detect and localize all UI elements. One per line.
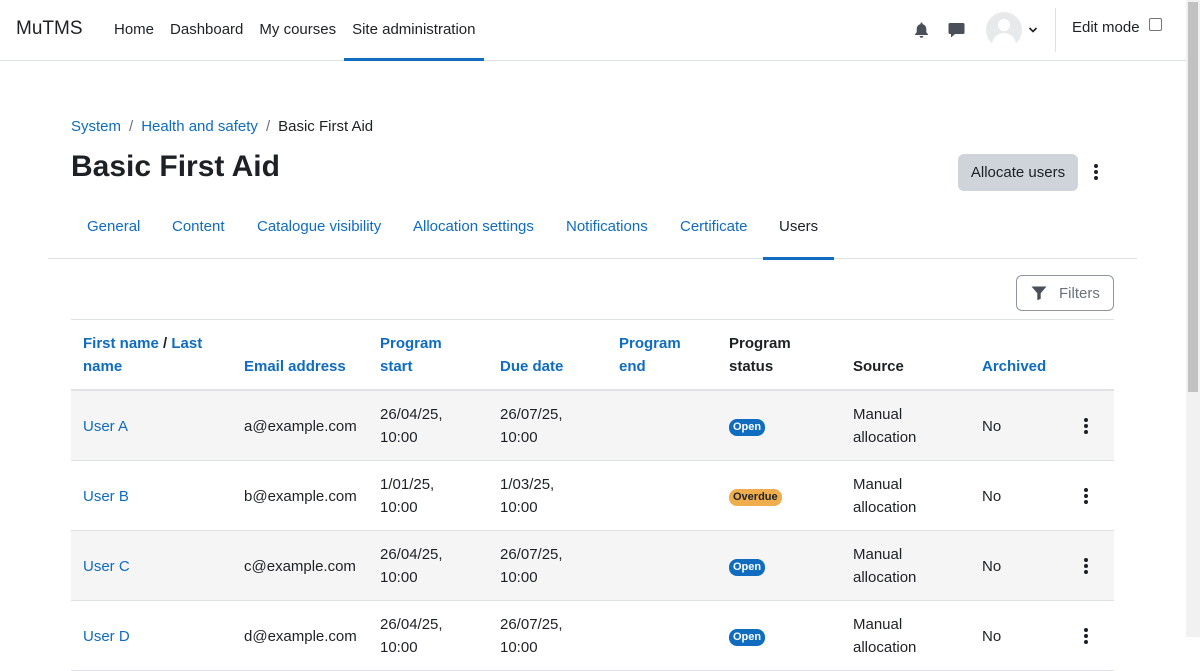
header-program-status: Program status [729, 335, 791, 375]
nav-icons [912, 0, 1038, 60]
chevron-down-icon [1028, 27, 1038, 33]
user-menu[interactable] [986, 12, 1038, 48]
sort-program-end-2[interactable]: end [619, 358, 646, 375]
allocate-users-button[interactable]: Allocate users [958, 154, 1078, 191]
due-date: 26/07/25, 10:00 [500, 546, 563, 586]
archived-value: No [982, 488, 1002, 505]
user-email: a@example.com [244, 418, 357, 435]
allocation-source: Manual allocation [853, 406, 917, 446]
sort-program-end[interactable]: Program [619, 335, 681, 352]
bell-icon[interactable] [912, 21, 930, 39]
table-row: User C c@example.com 26/04/25, 10:00 26/07/2… [71, 531, 1114, 601]
tab-allocation-settings[interactable]: Allocation settings [397, 200, 550, 259]
tab-users[interactable]: Users [763, 200, 835, 260]
program-start: 26/04/25, 10:00 [380, 616, 443, 656]
filters-label: Filters [1059, 284, 1100, 302]
user-email: c@example.com [244, 558, 356, 575]
page-scrollbar[interactable] [1186, 0, 1200, 637]
allocation-source: Manual allocation [853, 616, 917, 656]
sort-last-name[interactable]: Last [171, 335, 202, 352]
row-actions-icon[interactable] [1078, 626, 1094, 646]
header-program-end: Program end [619, 332, 681, 378]
user-email: b@example.com [244, 488, 357, 505]
table-row: User A a@example.com 26/04/25, 10:00 26/07/2… [71, 391, 1114, 461]
status-badge: Open [729, 559, 766, 576]
sort-first-name[interactable]: First name [83, 335, 159, 352]
status-badge: Open [729, 419, 766, 436]
sort-due-date[interactable]: Due date [500, 358, 563, 375]
status-badge: Open [729, 629, 766, 646]
sort-program-start-2[interactable]: start [380, 358, 413, 375]
page-title: Basic First Aid [71, 150, 280, 183]
breadcrumb: System / Health and safety / Basic First… [71, 118, 374, 135]
status-badge: Overdue [729, 489, 782, 506]
program-tabs: General Content Catalogue visibility All… [48, 200, 1137, 260]
breadcrumb-current: Basic First Aid [278, 118, 374, 135]
tab-notifications[interactable]: Notifications [550, 200, 664, 259]
sort-email[interactable]: Email address [244, 358, 346, 375]
header-due-date: Due date [500, 355, 563, 378]
top-navbar: MuTMS Home Dashboard My courses Site adm… [0, 0, 1186, 61]
filter-icon [1031, 286, 1047, 300]
sort-archived[interactable]: Archived [982, 358, 1046, 375]
breadcrumb-health-and-safety[interactable]: Health and safety [141, 118, 258, 135]
actions-menu-icon[interactable] [1088, 162, 1104, 182]
nav-site-administration[interactable]: Site administration [344, 0, 484, 61]
due-date: 26/07/25, 10:00 [500, 406, 563, 446]
primary-nav: Home Dashboard My courses Site administr… [106, 0, 484, 61]
table-row: User Dd@example.com 26/04/25, 10:00 26/07/2… [71, 601, 1114, 671]
table-header: First name / Last name Email address Pro… [71, 320, 1114, 391]
sort-last-name-2[interactable]: name [83, 358, 122, 375]
header-name: First name / Last name [83, 335, 203, 375]
sort-program-start[interactable]: Program [380, 335, 442, 352]
nav-my-courses[interactable]: My courses [251, 0, 344, 60]
tab-catalogue-visibility[interactable]: Catalogue visibility [241, 200, 397, 259]
archived-value: No [982, 558, 1002, 575]
navbar-divider [1055, 8, 1056, 52]
nav-dashboard[interactable]: Dashboard [162, 0, 251, 60]
table-row: User B b@example.com 1/01/25, 10:00 1/03/25,… [71, 461, 1114, 531]
edit-mode-checkbox[interactable] [1148, 18, 1162, 31]
header-program-start: Program start [380, 332, 442, 378]
message-icon[interactable] [947, 21, 965, 39]
header-email: Email address [244, 355, 346, 378]
program-start: 1/01/25, 10:00 [380, 476, 435, 516]
program-start: 26/04/25, 10:00 [380, 406, 443, 446]
users-table: First name / Last name Email address Pro… [71, 319, 1114, 671]
program-start: 26/04/25, 10:00 [380, 546, 443, 586]
edit-mode-label: Edit mode [1072, 19, 1140, 36]
tab-certificate[interactable]: Certificate [664, 200, 764, 259]
tab-general[interactable]: General [71, 200, 156, 259]
nav-home[interactable]: Home [106, 0, 162, 60]
row-actions-icon[interactable] [1078, 416, 1094, 436]
row-actions-icon[interactable] [1078, 486, 1094, 506]
tab-content[interactable]: Content [156, 200, 241, 259]
user-name-link[interactable]: User A [83, 415, 128, 438]
allocation-source: Manual allocation [853, 546, 917, 586]
row-actions-icon[interactable] [1078, 556, 1094, 576]
user-name-link[interactable]: User C [83, 555, 130, 578]
edit-mode-toggle[interactable]: Edit mode [1072, 18, 1162, 36]
allocation-source: Manual allocation [853, 476, 917, 516]
user-name-link[interactable]: User B [83, 485, 129, 508]
archived-value: No [982, 418, 1002, 435]
site-brand[interactable]: MuTMS [16, 18, 83, 40]
header-source: Source [853, 358, 904, 375]
filters-button[interactable]: Filters [1016, 275, 1114, 311]
header-archived: Archived [982, 355, 1046, 378]
due-date: 26/07/25, 10:00 [500, 616, 563, 656]
avatar [986, 12, 1022, 48]
due-date: 1/03/25, 10:00 [500, 476, 555, 516]
breadcrumb-system[interactable]: System [71, 118, 121, 135]
